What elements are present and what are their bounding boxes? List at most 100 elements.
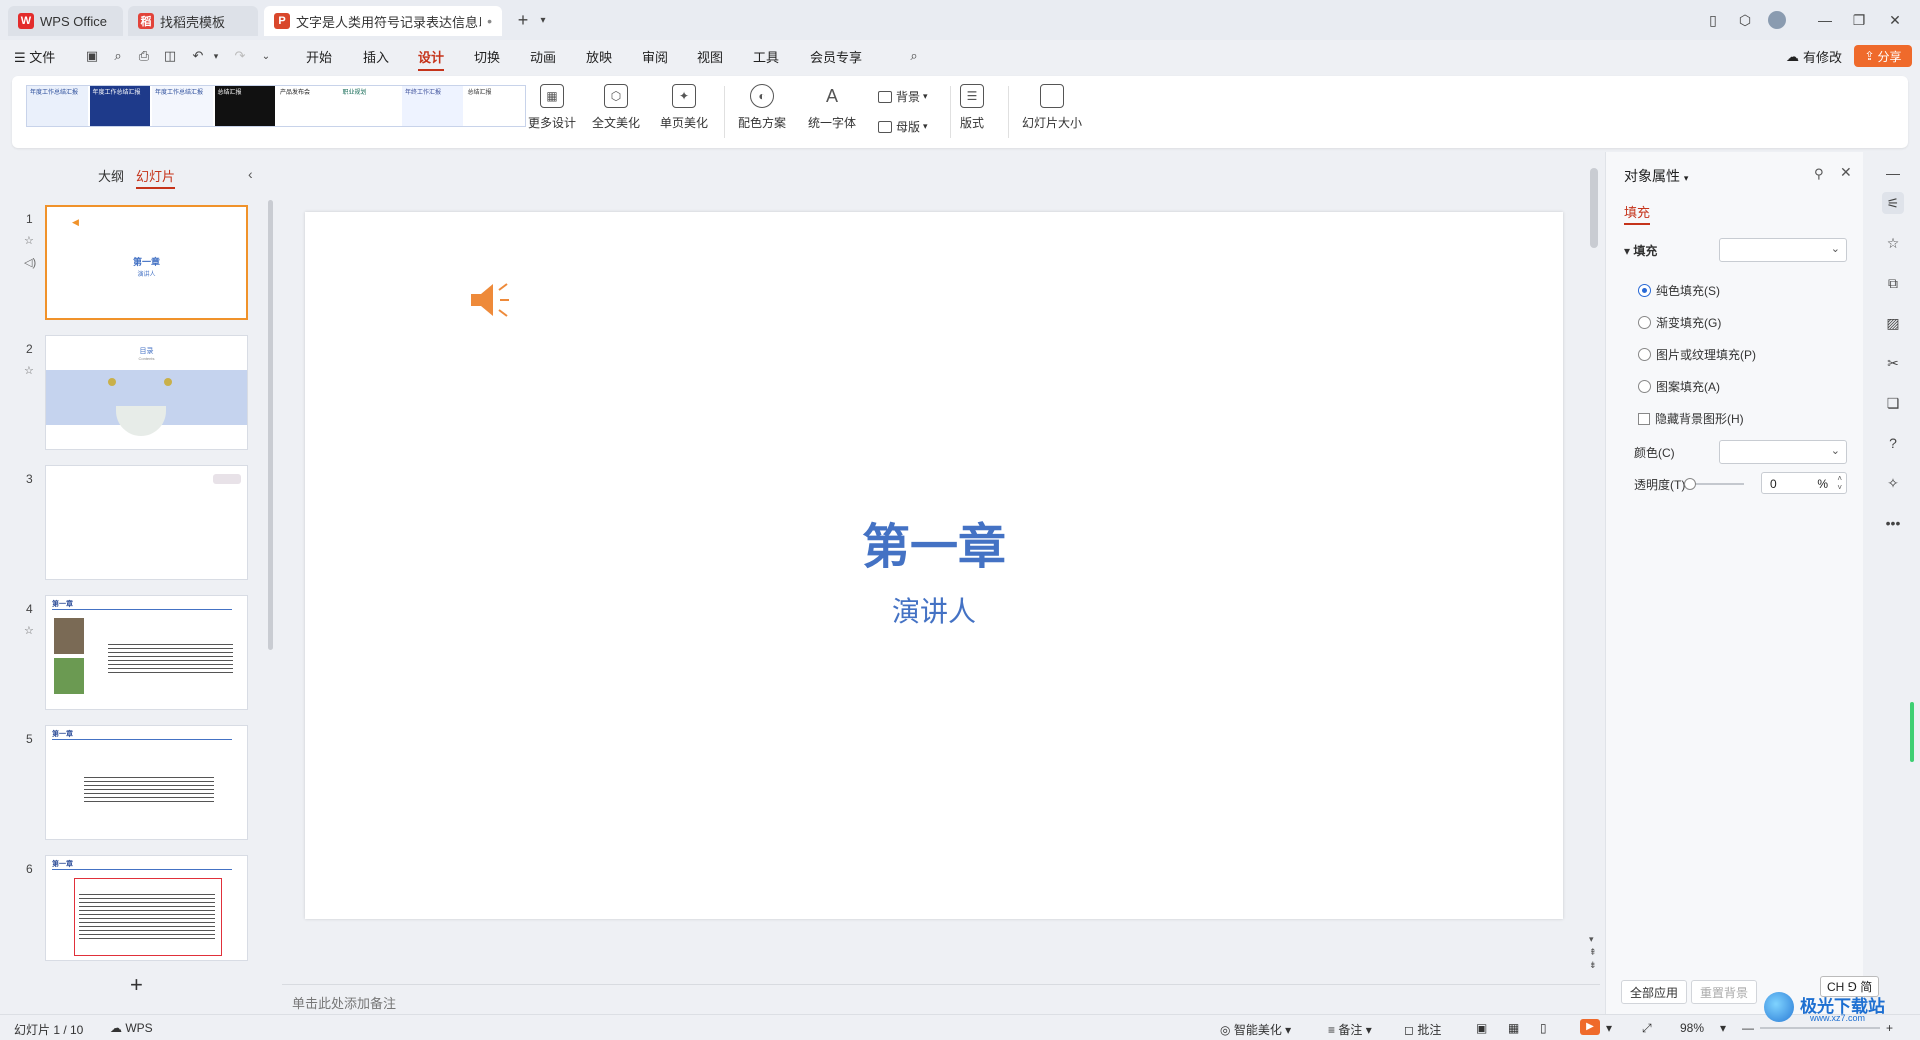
panel-title[interactable]: 对象属性 ▾	[1624, 166, 1688, 186]
slide-subtitle[interactable]: 演讲人	[305, 590, 1563, 630]
slide-thumb-3[interactable]	[45, 465, 248, 580]
page-nav-icons[interactable]: ▾ ⇞ ⇟	[1589, 933, 1597, 972]
full-beautify-button[interactable]: ⬡ 全文美化	[592, 84, 640, 131]
search-icon[interactable]: ⌕	[906, 48, 922, 64]
slide-thumb-2[interactable]: 目录 Contents	[45, 335, 248, 450]
tab-document[interactable]: P 文字是人类用符号记录表达信息以 •	[264, 6, 502, 36]
background-button[interactable]: 背景 ▾	[878, 88, 928, 105]
template-thumb[interactable]: 年度工作总结汇报	[152, 86, 213, 126]
properties-icon[interactable]: ⚟	[1882, 192, 1904, 214]
color-dropdown[interactable]: ⌄	[1719, 440, 1847, 464]
slide-title[interactable]: 第一章	[305, 507, 1563, 577]
hide-bg-checkbox[interactable]: 隐藏背景图形(H)	[1638, 410, 1744, 427]
template-thumb[interactable]: 总结汇报	[464, 86, 525, 126]
avatar[interactable]	[1766, 10, 1788, 30]
menu-insert[interactable]: 插入	[363, 47, 389, 66]
stepper-icon[interactable]: ˄ ˅	[1837, 474, 1842, 492]
notes-pane[interactable]: 单击此处添加备注	[282, 984, 1600, 1014]
new-tab-icon[interactable]: +	[512, 10, 534, 30]
fill-section-header[interactable]: ▾ 填充	[1624, 242, 1657, 259]
transparency-input[interactable]: 0 % ˄ ˅	[1761, 472, 1847, 494]
template-thumb[interactable]: 年终工作汇报	[402, 86, 463, 126]
radio-pattern-fill[interactable]: 图案填充(A)	[1638, 378, 1720, 395]
thumbnail-scrollbar[interactable]	[268, 200, 273, 650]
undo-icon[interactable]: ↶	[190, 48, 206, 64]
speaker-icon[interactable]	[467, 276, 515, 324]
unify-font-button[interactable]: A 统一字体	[808, 84, 856, 131]
star-icon[interactable]: ☆	[1882, 232, 1904, 254]
slide-thumb-5[interactable]: 第一章	[45, 725, 248, 840]
tab-modified-dot-icon[interactable]: •	[487, 13, 492, 29]
template-thumb[interactable]: 职业规划	[339, 86, 400, 126]
tab-wps-office[interactable]: W WPS Office	[8, 6, 123, 36]
zoom-level[interactable]: 98%	[1680, 1021, 1704, 1035]
template-thumb[interactable]: 产品发布会	[277, 86, 338, 126]
layout-icon[interactable]: ▯	[1702, 10, 1724, 30]
audio-icon[interactable]: ◁)	[24, 256, 36, 269]
comments-button[interactable]: ◻ 批注	[1404, 1021, 1441, 1038]
radio-picture-fill[interactable]: 图片或纹理填充(P)	[1638, 346, 1756, 363]
star-icon[interactable]: ☆	[24, 624, 34, 637]
tab-list-chevron-icon[interactable]: ▾	[532, 10, 554, 30]
minimize-strip-icon[interactable]: —	[1882, 162, 1904, 184]
minimize-icon[interactable]: —	[1814, 10, 1836, 30]
menu-transition[interactable]: 切换	[474, 47, 500, 66]
smart-beautify-button[interactable]: ◎ 智能美化 ▾	[1220, 1021, 1291, 1038]
pin-icon[interactable]: ⚲	[1814, 166, 1824, 182]
undo-dropdown-icon[interactable]: ▾	[208, 48, 224, 64]
tab-slides[interactable]: 幻灯片	[136, 166, 176, 189]
slide-thumb-6[interactable]: 第一章	[45, 855, 248, 961]
close-panel-icon[interactable]: ✕	[1840, 164, 1852, 181]
magic-icon[interactable]: ✧	[1882, 472, 1904, 494]
tab-outline[interactable]: 大纲	[98, 166, 124, 185]
more-design-button[interactable]: ▦ 更多设计	[528, 84, 576, 131]
master-button[interactable]: 母版 ▾	[878, 118, 928, 135]
reading-view-icon[interactable]: ▯	[1540, 1021, 1547, 1035]
sorter-view-icon[interactable]: ▦	[1508, 1021, 1519, 1035]
template-thumb[interactable]: 年度工作总结汇报	[27, 86, 88, 126]
save-icon[interactable]: ▣	[84, 48, 100, 64]
collapse-panel-icon[interactable]: ‹	[248, 166, 253, 182]
share-button[interactable]: ⇪ 分享	[1854, 45, 1912, 67]
fill-type-dropdown[interactable]: ⌄	[1719, 238, 1847, 262]
tools-icon[interactable]: ✂	[1882, 352, 1904, 374]
modified-status[interactable]: ☁ 有修改	[1786, 47, 1842, 66]
menu-tools[interactable]: 工具	[753, 47, 779, 66]
single-beautify-button[interactable]: ✦ 单页美化	[660, 84, 708, 131]
fill-tab[interactable]: 填充	[1624, 202, 1651, 225]
add-slide-icon[interactable]: +	[130, 972, 143, 998]
transparency-slider-knob[interactable]	[1684, 478, 1696, 490]
export-icon[interactable]: ⌕	[110, 48, 126, 64]
menu-animation[interactable]: 动画	[530, 47, 556, 66]
template-thumb[interactable]: 年度工作总结汇报	[89, 86, 150, 126]
book-icon[interactable]: ❏	[1882, 392, 1904, 414]
duplicate-icon[interactable]: ⧉	[1882, 272, 1904, 294]
zoom-dropdown-icon[interactable]: ▾	[1720, 1021, 1726, 1035]
play-slideshow-icon[interactable]: ▶	[1580, 1019, 1600, 1035]
color-scheme-button[interactable]: ◐ 配色方案	[738, 84, 786, 131]
reset-background-button[interactable]: 重置背景	[1691, 980, 1758, 1004]
template-gallery[interactable]: 年度工作总结汇报 年度工作总结汇报 年度工作总结汇报 总结汇报 产品发布会 职业…	[26, 85, 526, 127]
cube-icon[interactable]: ⬡	[1734, 10, 1756, 30]
more-icon[interactable]: •••	[1882, 512, 1904, 534]
tab-docer[interactable]: 稻 找稻壳模板	[128, 6, 258, 36]
menu-start[interactable]: 开始	[306, 47, 332, 66]
zoom-out-icon[interactable]: —	[1742, 1021, 1754, 1035]
menu-slideshow[interactable]: 放映	[586, 47, 612, 66]
template-thumb[interactable]: 总结汇报	[214, 86, 275, 126]
menu-design[interactable]: 设计	[418, 47, 445, 71]
slide-thumb-1[interactable]: ◀ 第一章 演讲人	[45, 205, 248, 320]
play-options-chevron-icon[interactable]: ▾	[1606, 1021, 1612, 1035]
slide-thumb-4[interactable]: 第一章	[45, 595, 248, 710]
wps-indicator[interactable]: ☁ WPS	[110, 1021, 153, 1035]
layout-button[interactable]: ☰ 版式	[960, 84, 984, 131]
slide-canvas[interactable]: 第一章 演讲人	[305, 212, 1563, 919]
help-icon[interactable]: ?	[1882, 432, 1904, 454]
apply-all-button[interactable]: 全部应用	[1621, 980, 1688, 1004]
close-icon[interactable]: ✕	[1884, 10, 1906, 30]
image-edit-icon[interactable]: ▨	[1882, 312, 1904, 334]
canvas-scrollbar[interactable]	[1590, 168, 1598, 248]
file-menu[interactable]: ☰ 文件	[14, 47, 55, 66]
notes-button[interactable]: ≡ 备注 ▾	[1328, 1021, 1372, 1038]
menu-view[interactable]: 视图	[697, 47, 723, 66]
